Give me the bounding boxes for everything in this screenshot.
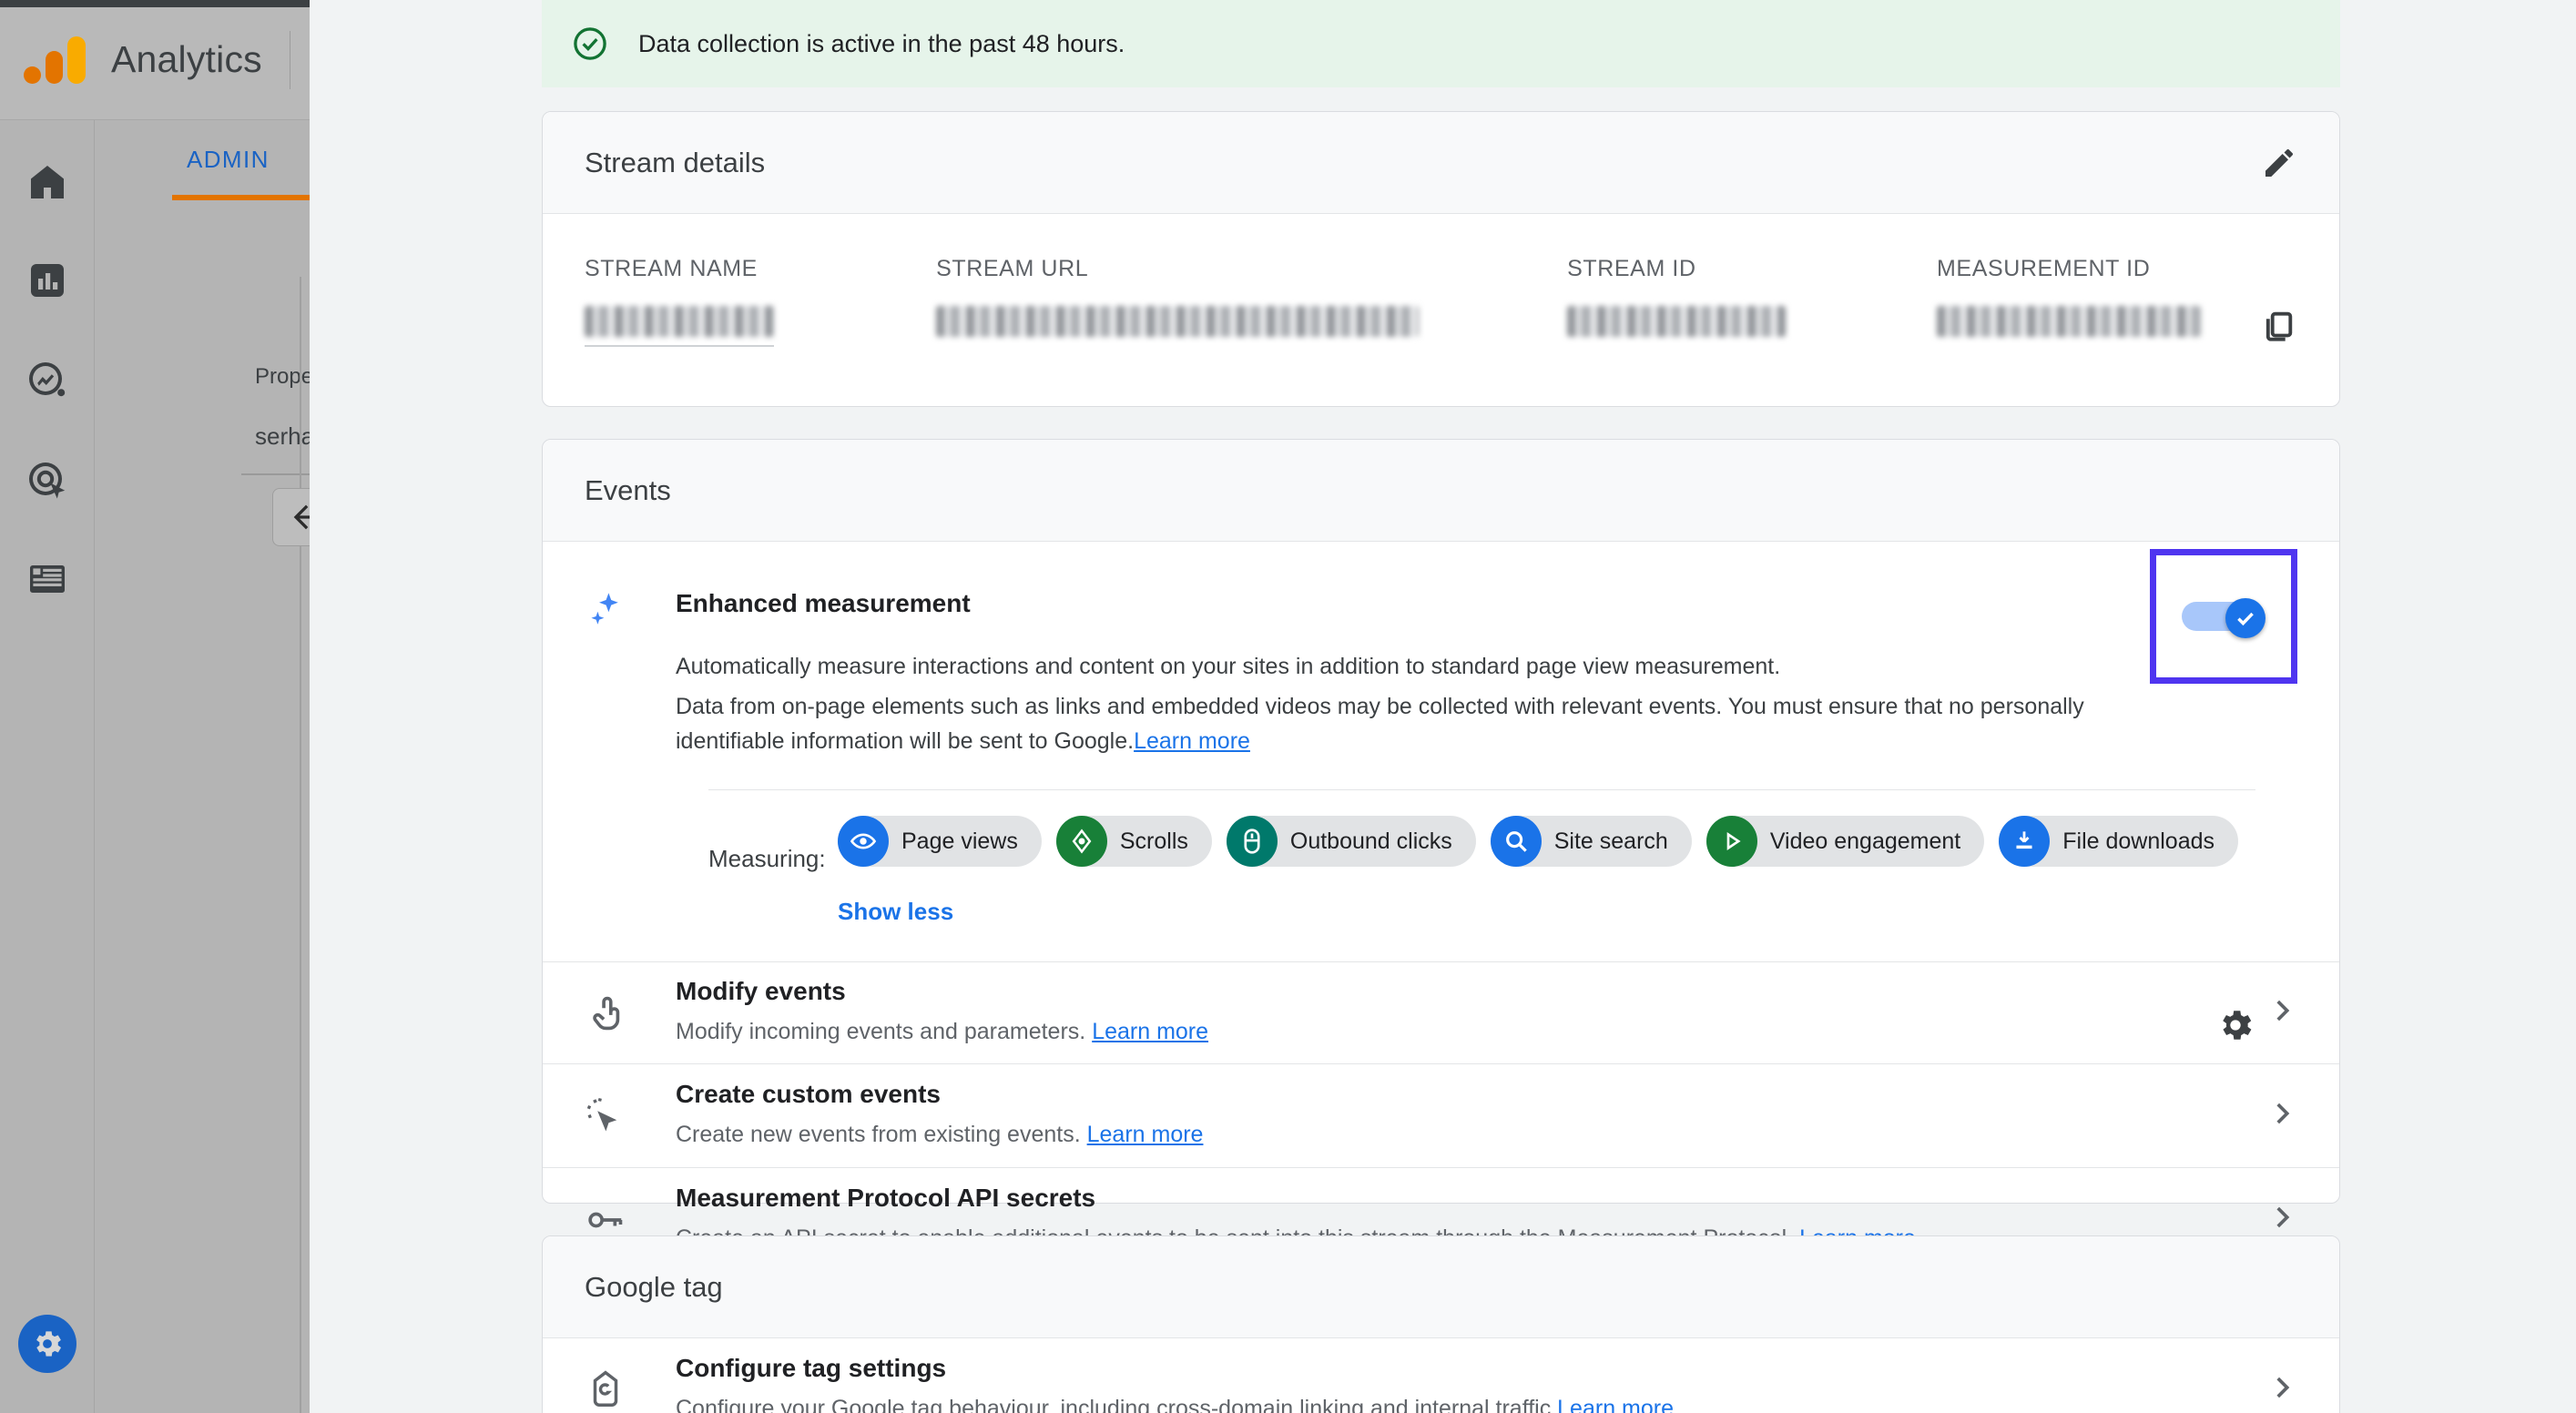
google-tag-title: Google tag — [585, 1270, 723, 1303]
chip-label: Outbound clicks — [1289, 828, 1452, 854]
left-rail — [0, 120, 95, 1413]
measurement-id-field: MEASUREMENT ID — [1937, 256, 2297, 337]
key-icon — [585, 1199, 676, 1241]
google-tag-card: Google tag Configure tag settings Config… — [542, 1235, 2340, 1413]
row-configure-tag-settings[interactable]: Configure tag settings Configure your Go… — [543, 1338, 2339, 1413]
search-icon — [1490, 816, 1542, 867]
stream-name-label: STREAM NAME — [585, 256, 758, 281]
show-less-button[interactable]: Show less — [838, 898, 953, 926]
download-icon — [1999, 816, 2051, 867]
app-title: Analytics — [111, 38, 262, 80]
chevron-right-icon[interactable] — [2266, 995, 2297, 1031]
row-modify-events[interactable]: Modify events Modify incoming events and… — [543, 961, 2339, 1063]
stream-name-field: STREAM NAME — [585, 256, 936, 347]
stream-id-label: STREAM ID — [1567, 256, 1696, 281]
chip-scrolls[interactable]: Scrolls — [1055, 816, 1212, 867]
measurement-id-label: MEASUREMENT ID — [1937, 256, 2151, 281]
measuring-chips: Page views Scrolls Outbound clicks Site … — [708, 816, 2255, 867]
tag-icon — [585, 1368, 676, 1410]
measuring-row: Measuring: Page views Scrolls Outbound c… — [585, 790, 2297, 1040]
sidebar-item-explore[interactable] — [25, 359, 69, 402]
copy-icon[interactable] — [2259, 307, 2297, 345]
stream-name-value-redacted — [585, 306, 774, 337]
chevron-right-icon[interactable] — [2266, 1202, 2297, 1237]
stream-id-field: STREAM ID — [1567, 256, 1937, 337]
sidebar-item-home[interactable] — [25, 160, 69, 204]
row-desc: Modify incoming events and parameters. — [676, 1019, 1086, 1045]
chevron-right-icon[interactable] — [2266, 1372, 2297, 1408]
tab-admin[interactable]: ADMIN — [187, 146, 270, 174]
row-learn-more-link[interactable]: Learn more — [1092, 1019, 1208, 1044]
stream-url-field: STREAM URL — [936, 256, 1567, 337]
check-icon — [2237, 612, 2254, 626]
row-title: Configure tag settings — [676, 1353, 947, 1382]
enhanced-measurement-paragraph-2: Data from on-page elements such as links… — [676, 694, 2084, 754]
mouse-icon — [1226, 816, 1278, 867]
row-title: Modify events — [676, 977, 846, 1006]
stream-details-header: Stream details — [543, 112, 2339, 214]
row-learn-more-link[interactable]: Learn more — [1087, 1122, 1204, 1147]
stream-url-label: STREAM URL — [936, 256, 1089, 281]
row-create-custom-events[interactable]: Create custom events Create new events f… — [543, 1063, 2339, 1167]
measurement-id-value-redacted — [1937, 306, 2201, 337]
stream-details-card: Stream details STREAM NAME STREAM URL ST… — [542, 111, 2340, 407]
enhanced-measurement-paragraph-1: Automatically measure interactions and c… — [676, 654, 1781, 679]
row-title: Measurement Protocol API secrets — [676, 1184, 1096, 1213]
pencil-icon[interactable] — [2261, 145, 2297, 181]
chip-site-search[interactable]: Site search — [1490, 816, 1692, 867]
events-header: Events — [543, 440, 2339, 542]
alert-text: Data collection is active in the past 48… — [638, 29, 1125, 57]
measuring-label: Measuring: — [708, 845, 826, 872]
chip-label: Site search — [1553, 828, 1668, 854]
tap-gesture-icon — [585, 992, 676, 1034]
sidebar-item-advertising[interactable] — [25, 459, 69, 503]
cursor-click-icon — [585, 1095, 676, 1137]
chip-outbound-clicks[interactable]: Outbound clicks — [1226, 816, 1476, 867]
stream-id-value-redacted — [1567, 306, 1787, 337]
property-name: serha — [255, 422, 315, 450]
enhanced-measurement-toggle-highlight — [2150, 549, 2297, 684]
chip-file-downloads[interactable]: File downloads — [1999, 816, 2239, 867]
sparkle-icon — [585, 589, 676, 758]
admin-vertical-line — [300, 277, 301, 1413]
enhanced-measurement-title: Enhanced measurement — [676, 589, 971, 617]
google-tag-header: Google tag — [543, 1236, 2339, 1338]
data-collection-alert: Data collection is active in the past 48… — [542, 0, 2340, 87]
chip-page-views[interactable]: Page views — [838, 816, 1042, 867]
scroll-icon — [1055, 816, 1107, 867]
sidebar-item-library[interactable] — [25, 557, 69, 601]
check-circle-icon — [571, 25, 609, 63]
analytics-logo-icon — [24, 36, 86, 84]
row-title: Create custom events — [676, 1080, 942, 1109]
sidebar-item-reports[interactable] — [25, 259, 69, 302]
chip-label: Page views — [901, 828, 1018, 854]
enhanced-measurement-learn-more-link[interactable]: Learn more — [1134, 728, 1250, 754]
events-title: Events — [585, 473, 671, 506]
row-desc: Create new events from existing events. — [676, 1122, 1081, 1148]
enhanced-measurement-toggle[interactable] — [2182, 598, 2265, 638]
stream-url-value-redacted — [936, 306, 1420, 337]
stream-details-title: Stream details — [585, 146, 766, 178]
stream-details-fields: STREAM NAME STREAM URL STREAM ID MEASURE… — [543, 214, 2339, 347]
row-desc: Configure your Google tag behaviour, inc… — [676, 1395, 1558, 1413]
enhanced-measurement-block: Enhanced measurement Automatically measu… — [543, 542, 2339, 1040]
eye-icon — [838, 816, 889, 867]
row-learn-more-link[interactable]: Learn more — [1557, 1396, 1674, 1413]
stream-detail-overlay: Data collection is active in the past 48… — [310, 0, 2576, 1413]
chip-video-engagement[interactable]: Video engagement — [1705, 816, 1985, 867]
stream-name-underline — [585, 345, 774, 347]
play-icon — [1705, 816, 1757, 867]
admin-settings-button[interactable] — [18, 1315, 76, 1373]
chevron-right-icon[interactable] — [2266, 1098, 2297, 1133]
chip-label: Scrolls — [1119, 828, 1188, 854]
property-label: Prope — [255, 364, 314, 389]
events-card: Events Enhanced measurement Automaticall… — [542, 439, 2340, 1251]
toggle-thumb — [2225, 598, 2265, 638]
chip-label: File downloads — [2062, 828, 2215, 854]
chip-label: Video engagement — [1769, 828, 1961, 854]
